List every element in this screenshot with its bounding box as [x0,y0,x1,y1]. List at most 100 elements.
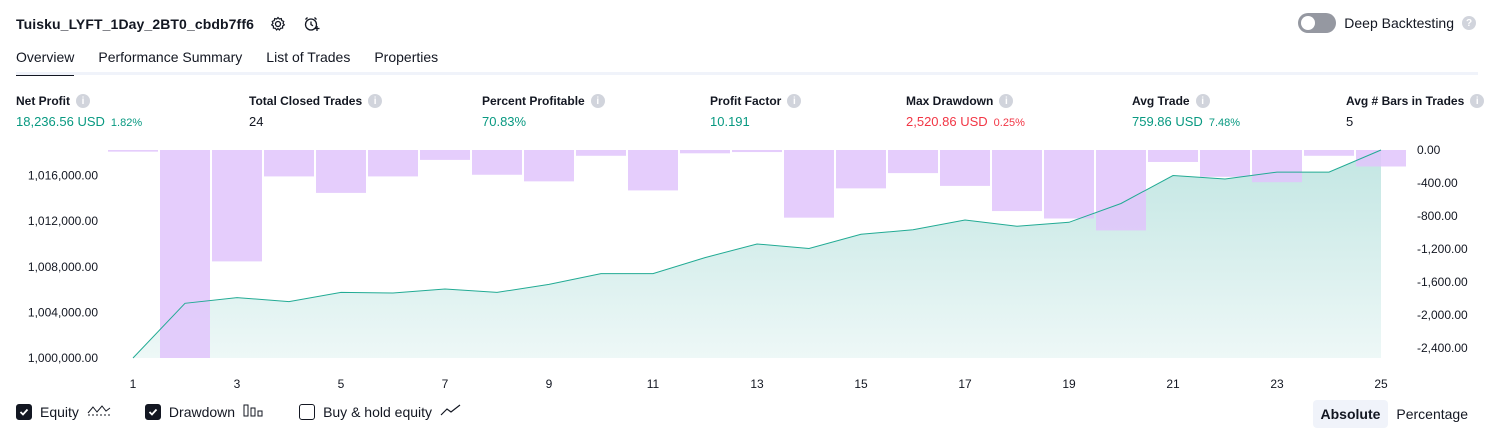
x-axis: 1 3 5 7 9 11 13 15 17 19 21 23 25 [130,377,1388,391]
metric-percent: 7.48% [1208,117,1241,129]
metric-value: 10.191 [710,114,750,129]
drawdown-bar [472,150,522,175]
metric-label: Avg # Bars in Trades [1346,94,1465,108]
drawdown-bar [1148,150,1198,162]
drawdown-bar [420,150,470,160]
equity-line [132,149,1382,359]
drawdown-bar [368,150,418,177]
x-tick-label: 21 [1166,377,1180,391]
right-tick-label: 0.00 [1417,143,1441,157]
metric-label: Max Drawdown [906,94,994,108]
legend-buy-hold[interactable]: Buy & hold equity [299,403,462,420]
info-icon[interactable]: i [787,94,802,108]
equity-area [133,150,1381,358]
buy-hold-line-icon [440,403,462,420]
left-tick-label: 1,008,000.00 [28,260,98,274]
drawdown-bar [1356,150,1406,167]
deep-backtesting-toggle[interactable] [1298,13,1337,33]
x-tick-label: 7 [442,377,449,391]
info-icon[interactable]: i [999,94,1014,108]
right-tick-label: -2,400.00 [1417,341,1468,355]
info-icon[interactable]: i [590,94,605,108]
drawdown-bar [1044,150,1094,219]
metric-value: 759.86 USD [1132,114,1203,129]
x-tick-label: 3 [234,377,241,391]
strategy-title: Tuisku_LYFT_1Day_2BT0_cbdb7ff6 [16,16,254,32]
metric-value: 2,520.86 USD [906,114,988,129]
info-icon[interactable]: i [1195,94,1210,108]
metric-label: Net Profit [16,94,70,108]
help-icon[interactable]: ? [1462,16,1476,30]
drawdown-bar [212,150,262,262]
metric-value: 18,236.56 USD [16,114,105,129]
x-tick-label: 25 [1374,377,1388,391]
percentage-button[interactable]: Percentage [1388,400,1476,428]
left-tick-label: 1,016,000.00 [28,169,98,183]
metric-label: Total Closed Trades [249,94,363,108]
tabs-divider [16,72,1478,75]
toggle-knob [1301,16,1316,30]
legend-drawdown[interactable]: Drawdown [144,403,265,420]
drawdown-bar [576,150,626,156]
metric-avg-trade: Avg Trade i 759.86 USD 7.48% [1132,94,1240,129]
drawdown-bar [680,150,730,154]
info-icon[interactable]: i [1470,94,1485,108]
metric-label: Avg Trade [1132,94,1190,108]
drawdown-bar [160,150,210,358]
metric-max-drawdown: Max Drawdown i 2,520.86 USD 0.25% [906,94,1025,129]
metric-avg-bars: Avg # Bars in Trades i 5 [1346,94,1485,129]
add-alert-icon[interactable] [302,14,322,34]
drawdown-bar [784,150,834,218]
right-tick-label: -2,000.00 [1417,308,1468,322]
equity-checkbox[interactable] [16,403,32,420]
metric-total-closed-trades: Total Closed Trades i 24 [249,94,383,129]
right-tick-label: -800.00 [1417,209,1458,223]
x-tick-label: 23 [1270,377,1284,391]
metric-net-profit: Net Profit i 18,236.56 USD 1.82% [16,94,142,129]
deep-backtesting: Deep Backtesting ? [1298,13,1476,33]
absolute-button[interactable]: Absolute [1312,400,1389,428]
drawdown-bar [1096,150,1146,231]
x-tick-label: 13 [750,377,764,391]
legend-equity[interactable]: Equity [16,403,111,420]
drawdown-bar [992,150,1042,212]
metric-percent: 1.82% [110,117,143,129]
x-tick-label: 1 [130,377,137,391]
strategy-header: Tuisku_LYFT_1Day_2BT0_cbdb7ff6 [16,12,322,36]
x-tick-label: 17 [958,377,972,391]
right-tick-label: -1,600.00 [1417,275,1468,289]
metric-percent: 0.25% [993,117,1025,129]
drawdown-bars-icon [243,403,265,420]
info-icon[interactable]: i [76,94,90,108]
left-axis: 1,000,000.00 1,004,000.00 1,008,000.00 1,01… [28,169,98,365]
left-tick-label: 1,012,000.00 [28,214,98,228]
chart-legend: Equity Drawdown Buy & hold equity [16,403,496,420]
settings-icon[interactable] [268,14,288,34]
metric-percent-profitable: Percent Profitable i 70.83% [482,94,605,129]
info-icon[interactable]: i [368,94,383,108]
drawdown-bar [108,150,158,152]
legend-label: Buy & hold equity [323,403,433,420]
drawdown-bar [1252,150,1302,183]
drawdown-bar [628,150,678,191]
x-tick-label: 5 [338,377,345,391]
metric-value: 5 [1346,114,1354,129]
drawdown-bar [1200,150,1250,177]
drawdown-bars [108,150,1406,358]
metric-value: 70.83% [482,114,527,129]
deep-backtesting-label: Deep Backtesting [1344,15,1454,31]
value-mode-toggle: Absolute Percentage [1312,400,1477,428]
drawdown-bar [264,150,314,177]
metric-value: 24 [249,114,264,129]
metric-profit-factor: Profit Factor i 10.191 [710,94,802,129]
drawdown-bar [836,150,886,189]
drawdown-bar [940,150,990,186]
buy-hold-checkbox[interactable] [299,403,316,420]
right-axis: 0.00 -400.00 -800.00 -1,200.00 -1,600.00 -2,0… [1417,143,1468,355]
legend-label: Drawdown [168,403,236,420]
drawdown-bar [1304,150,1354,156]
drawdown-checkbox[interactable] [144,403,161,420]
drawdown-bar [316,150,366,193]
legend-label: Equity [40,403,79,420]
x-tick-label: 11 [647,377,660,391]
